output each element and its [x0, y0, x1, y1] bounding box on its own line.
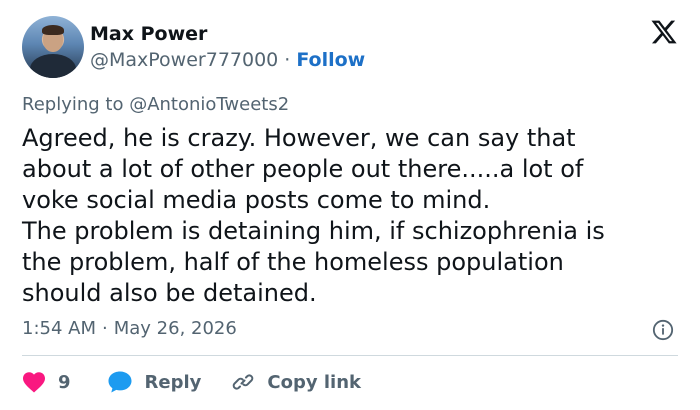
- author-display-name[interactable]: Max Power: [90, 22, 207, 46]
- link-icon: [233, 374, 254, 390]
- replying-to-text: Replying to @AntonioTweets2: [22, 94, 290, 115]
- tweet-card: Max Power @MaxPower777000 · Follow Replyin…: [0, 0, 700, 410]
- action-bar: 9 Reply Copy link: [22, 368, 361, 396]
- like-button[interactable]: 9: [22, 371, 71, 393]
- like-count: 9: [58, 371, 71, 393]
- tweet-date: May 26, 2026: [113, 318, 237, 339]
- copy-link-label: Copy link: [267, 371, 361, 393]
- reply-button[interactable]: Reply: [107, 370, 202, 394]
- heart-icon: [23, 372, 45, 393]
- meta-separator: ·: [102, 318, 108, 339]
- info-icon[interactable]: [652, 319, 674, 341]
- divider: [22, 355, 678, 356]
- author-handle[interactable]: @MaxPower777000: [90, 49, 278, 71]
- author-avatar[interactable]: [22, 16, 84, 78]
- handle-separator: ·: [284, 49, 291, 71]
- x-logo-icon[interactable]: [650, 18, 678, 46]
- author-handle-row: @MaxPower777000 · Follow: [90, 48, 365, 72]
- tweet-timestamp[interactable]: 1:54 AM · May 26, 2026: [22, 318, 237, 340]
- tweet-time: 1:54 AM: [22, 318, 96, 339]
- avatar-hair: [42, 25, 64, 35]
- follow-button[interactable]: Follow: [296, 49, 365, 71]
- speech-bubble-icon: [108, 371, 132, 393]
- copy-link-button[interactable]: Copy link: [231, 370, 361, 394]
- tweet-text: Agreed, he is crazy. However, we can say…: [22, 124, 605, 307]
- avatar-shoulders: [30, 54, 76, 78]
- reply-label: Reply: [144, 371, 202, 393]
